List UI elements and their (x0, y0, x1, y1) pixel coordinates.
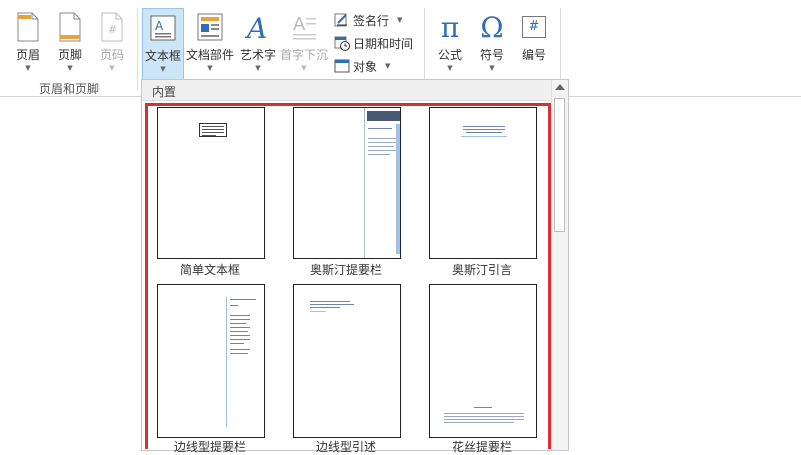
date-time-button[interactable]: 日期和时间 (334, 33, 413, 53)
symbol-button-label: 符号 (479, 48, 504, 62)
equation-button[interactable]: π 公式 ▼ (430, 8, 470, 74)
svg-text:A: A (155, 19, 164, 33)
gallery-item-label: 奥斯汀提要栏 (309, 263, 382, 277)
chevron-down-icon: ▼ (489, 64, 495, 72)
drop-cap-button[interactable]: A 首字下沉 ▼ (280, 8, 328, 74)
object-icon (334, 58, 350, 74)
quick-parts-icon (194, 12, 226, 42)
scroll-thumb[interactable] (554, 98, 565, 232)
equation-button-label: 公式 (437, 48, 462, 62)
signature-line-label: 签名行 (353, 13, 390, 28)
footer-button-label: 页脚 (57, 48, 82, 62)
symbol-icon: Ω (476, 10, 508, 44)
gallery-section-header: 内置 (142, 80, 553, 101)
group-separator (560, 8, 561, 90)
drop-cap-icon: A (288, 12, 320, 42)
numbering-icon: # (518, 12, 550, 42)
chevron-down-icon: ▼ (385, 62, 391, 70)
date-time-label: 日期和时间 (353, 36, 414, 51)
date-time-icon (334, 35, 350, 51)
chevron-down-icon: ▼ (447, 64, 453, 72)
svg-text:A: A (293, 14, 306, 35)
text-box-button[interactable]: A 文本框 ▼ (142, 8, 184, 80)
scroll-up-arrow-icon[interactable] (555, 84, 565, 90)
svg-text:A: A (244, 13, 267, 41)
header-button[interactable]: 页眉 ▼ (8, 8, 48, 74)
thumb-preview-box (199, 123, 227, 137)
gallery-item-label: 简单文本框 (179, 263, 240, 277)
equation-glyph: π (440, 10, 460, 44)
wordart-button[interactable]: A 艺术字 ▼ (238, 8, 278, 74)
gallery-section-title: 内置 (152, 85, 177, 99)
group-separator (424, 8, 425, 90)
chevron-down-icon: ▼ (25, 64, 31, 72)
gallery-item-label: 边线型提要栏 (173, 440, 246, 454)
gallery-item-austin-quote[interactable] (429, 107, 537, 259)
signature-line-button[interactable]: 签名行 ▼ (334, 10, 402, 30)
chevron-down-icon: ▼ (109, 64, 115, 72)
footer-page-icon (54, 12, 86, 42)
text-box-button-label: 文本框 (144, 49, 181, 63)
header-page-icon (12, 12, 44, 42)
text-box-icon: A (147, 13, 179, 43)
gallery-scrollbar[interactable] (551, 80, 568, 450)
gallery-item-sideline-sidebar[interactable] (157, 284, 265, 438)
footer-button[interactable]: 页脚 ▼ (50, 8, 90, 74)
object-label: 对象 (353, 59, 378, 74)
header-footer-group-label: 页眉和页脚 (38, 82, 99, 96)
signature-line-icon (334, 12, 350, 28)
symbol-button[interactable]: Ω 符号 ▼ (472, 8, 512, 74)
chevron-down-icon: ▼ (301, 64, 307, 72)
symbol-glyph: Ω (480, 10, 504, 44)
wordart-icon: A (242, 12, 274, 42)
chevron-down-icon: ▼ (160, 65, 166, 73)
gallery-item-filigree-sidebar[interactable] (429, 284, 537, 438)
thumb-sidebar-panel (364, 108, 401, 258)
chevron-down-icon: ▼ (67, 64, 73, 72)
gallery-item-label: 花丝提要栏 (451, 440, 512, 454)
numbering-button[interactable]: # 编号 (514, 8, 554, 74)
svg-text:#: # (108, 23, 117, 36)
group-separator (137, 8, 138, 90)
quick-parts-button[interactable]: 文档部件 ▼ (186, 8, 234, 74)
chevron-down-icon: ▼ (397, 16, 403, 24)
quick-parts-button-label: 文档部件 (186, 48, 235, 62)
equation-icon: π (434, 10, 466, 44)
chevron-down-icon: ▼ (255, 64, 261, 72)
gallery-item-label: 奥斯汀引言 (451, 263, 512, 277)
drop-cap-button-label: 首字下沉 (280, 48, 329, 62)
gallery-item-simple-text-box[interactable] (157, 107, 265, 259)
object-button[interactable]: 对象 ▼ (334, 56, 390, 76)
gallery-item-sideline-quote[interactable] (293, 284, 401, 438)
gallery-item-austin-sidebar[interactable] (293, 107, 401, 259)
wordart-button-label: 艺术字 (239, 48, 276, 62)
numbering-glyph: # (528, 19, 540, 34)
page-number-icon: # (96, 12, 128, 42)
chevron-down-icon: ▼ (207, 64, 213, 72)
page-number-button[interactable]: # 页码 ▼ (92, 8, 132, 74)
page-number-button-label: 页码 (99, 48, 124, 62)
numbering-button-label: 编号 (521, 48, 546, 62)
gallery-item-label: 边线型引述 (315, 440, 376, 454)
header-button-label: 页眉 (15, 48, 40, 62)
